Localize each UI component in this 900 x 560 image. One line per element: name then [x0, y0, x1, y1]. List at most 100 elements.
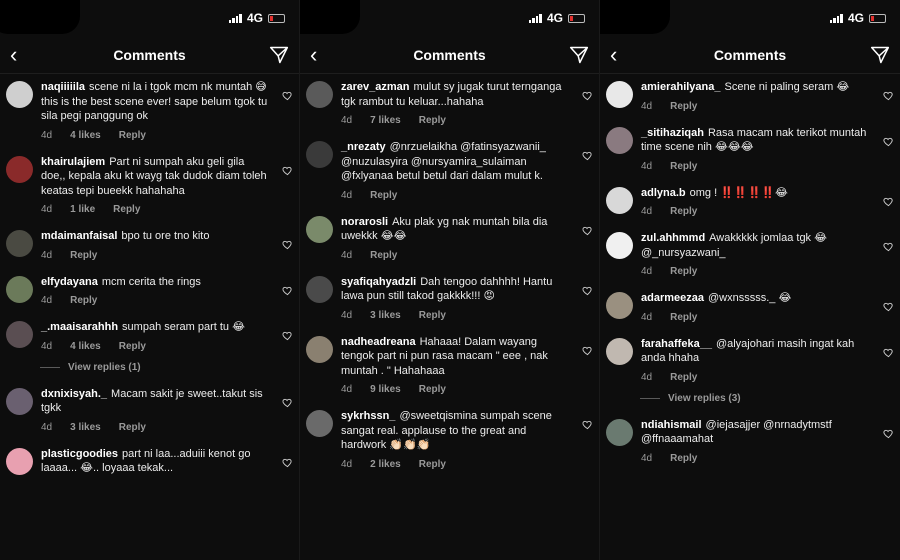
likes-count[interactable]: 3 likes — [370, 310, 401, 321]
reply-button[interactable]: Reply — [670, 453, 697, 464]
comment-username[interactable]: dxnixisyah._ — [41, 388, 107, 400]
reply-button[interactable]: Reply — [670, 161, 697, 172]
reply-button[interactable]: Reply — [119, 130, 146, 141]
avatar[interactable] — [306, 81, 333, 108]
likes-count[interactable]: 7 likes — [370, 115, 401, 126]
avatar[interactable] — [306, 215, 333, 243]
avatar[interactable] — [6, 275, 33, 303]
reply-button[interactable]: Reply — [370, 190, 397, 201]
likes-count[interactable]: 4 likes — [70, 341, 101, 352]
reply-button[interactable]: Reply — [670, 206, 697, 217]
send-icon[interactable] — [269, 45, 289, 65]
chevron-left-icon[interactable]: ‹ — [10, 43, 30, 65]
avatar[interactable] — [606, 126, 633, 154]
comment-username[interactable]: sykrhssn_ — [341, 410, 395, 422]
heart-icon[interactable] — [282, 328, 293, 341]
comment-username[interactable]: khairulajiem — [41, 156, 105, 168]
view-replies-link[interactable]: View replies (1) — [0, 362, 299, 373]
comment-username[interactable]: adarmeezaa — [641, 292, 704, 304]
chevron-left-icon[interactable]: ‹ — [310, 43, 330, 65]
likes-count[interactable]: 4 likes — [70, 130, 101, 141]
avatar[interactable] — [6, 230, 33, 257]
comment-body: farahaffeka__ @alyajohari masih ingat kah… — [641, 337, 888, 383]
comment-username[interactable]: adlyna.b — [641, 187, 686, 199]
heart-icon[interactable] — [282, 88, 293, 101]
reply-button[interactable]: Reply — [113, 204, 140, 215]
heart-icon[interactable] — [883, 239, 894, 252]
avatar[interactable] — [306, 141, 333, 168]
comment-meta: 4d Reply — [41, 295, 269, 306]
comment-item: dxnixisyah._ Macam sakit je sweet..takut … — [0, 387, 299, 433]
heart-icon[interactable] — [582, 343, 593, 355]
comment-username[interactable]: farahaffeka__ — [641, 338, 712, 350]
avatar[interactable] — [606, 232, 633, 259]
avatar[interactable] — [306, 275, 333, 303]
view-replies-link[interactable]: View replies (3) — [600, 393, 900, 404]
reply-button[interactable]: Reply — [670, 372, 697, 383]
reply-button[interactable]: Reply — [419, 459, 446, 470]
heart-icon[interactable] — [582, 283, 593, 295]
avatar[interactable] — [606, 337, 633, 365]
reply-button[interactable]: Reply — [419, 384, 446, 395]
reply-button[interactable]: Reply — [419, 115, 446, 126]
avatar[interactable] — [606, 81, 633, 108]
reply-button[interactable]: Reply — [119, 341, 146, 352]
avatar[interactable] — [306, 410, 333, 437]
reply-button[interactable]: Reply — [119, 422, 146, 433]
likes-count[interactable]: 1 like — [70, 204, 95, 215]
comment-username[interactable]: norarosli — [341, 216, 388, 228]
heart-icon[interactable] — [883, 134, 894, 146]
heart-icon[interactable] — [582, 223, 593, 235]
send-icon[interactable] — [870, 45, 890, 65]
heart-icon[interactable] — [282, 283, 293, 295]
heart-icon[interactable] — [282, 163, 293, 175]
chevron-left-icon[interactable]: ‹ — [610, 43, 630, 65]
reply-button[interactable]: Reply — [670, 312, 697, 323]
likes-count[interactable]: 3 likes — [70, 422, 101, 433]
heart-icon[interactable] — [282, 237, 293, 250]
heart-icon[interactable] — [883, 426, 894, 438]
avatar[interactable] — [6, 447, 33, 475]
reply-button[interactable]: Reply — [370, 250, 397, 261]
comment-username[interactable]: _.maaisarahhh — [41, 321, 118, 333]
heart-icon[interactable] — [282, 395, 293, 407]
heart-icon[interactable] — [582, 88, 593, 101]
heart-icon[interactable] — [883, 345, 894, 357]
comment-username[interactable]: ndiahismail — [641, 419, 702, 431]
avatar[interactable] — [6, 81, 33, 108]
comment-username[interactable]: _sitihaziqah — [641, 127, 704, 139]
likes-count[interactable]: 2 likes — [370, 459, 401, 470]
heart-icon[interactable] — [582, 148, 593, 161]
likes-count[interactable]: 9 likes — [370, 384, 401, 395]
camera-notch — [300, 0, 360, 34]
avatar[interactable] — [6, 155, 33, 183]
avatar[interactable] — [6, 387, 33, 415]
comment-username[interactable]: _nrezaty — [341, 141, 386, 153]
heart-icon[interactable] — [883, 299, 894, 312]
comment-username[interactable]: mdaimanfaisal — [41, 230, 117, 242]
comment-username[interactable]: amierahilyana_ — [641, 81, 721, 93]
comment-username[interactable]: zarev_azman — [341, 81, 410, 93]
comment-username[interactable]: syafiqahyadzli — [341, 276, 416, 288]
reply-button[interactable]: Reply — [419, 310, 446, 321]
heart-icon[interactable] — [282, 455, 293, 467]
comment-username[interactable]: plasticgoodies — [41, 448, 118, 460]
avatar[interactable] — [606, 292, 633, 319]
comment-meta: 4d 3 likes Reply — [341, 310, 569, 321]
heart-icon[interactable] — [582, 417, 593, 430]
heart-icon[interactable] — [883, 194, 894, 206]
avatar[interactable] — [606, 186, 633, 214]
reply-button[interactable]: Reply — [670, 266, 697, 277]
reply-button[interactable]: Reply — [70, 295, 97, 306]
comment-username[interactable]: nadheadreana — [341, 336, 416, 348]
send-icon[interactable] — [569, 45, 589, 65]
reply-button[interactable]: Reply — [70, 250, 97, 261]
avatar[interactable] — [606, 418, 633, 446]
comment-username[interactable]: zul.ahhmmd — [641, 232, 705, 244]
heart-icon[interactable] — [883, 88, 894, 101]
reply-button[interactable]: Reply — [670, 101, 697, 112]
comment-username[interactable]: elfydayana — [41, 276, 98, 288]
comment-username[interactable]: naqiiiiila — [41, 81, 85, 93]
avatar[interactable] — [306, 335, 333, 363]
avatar[interactable] — [6, 321, 33, 348]
